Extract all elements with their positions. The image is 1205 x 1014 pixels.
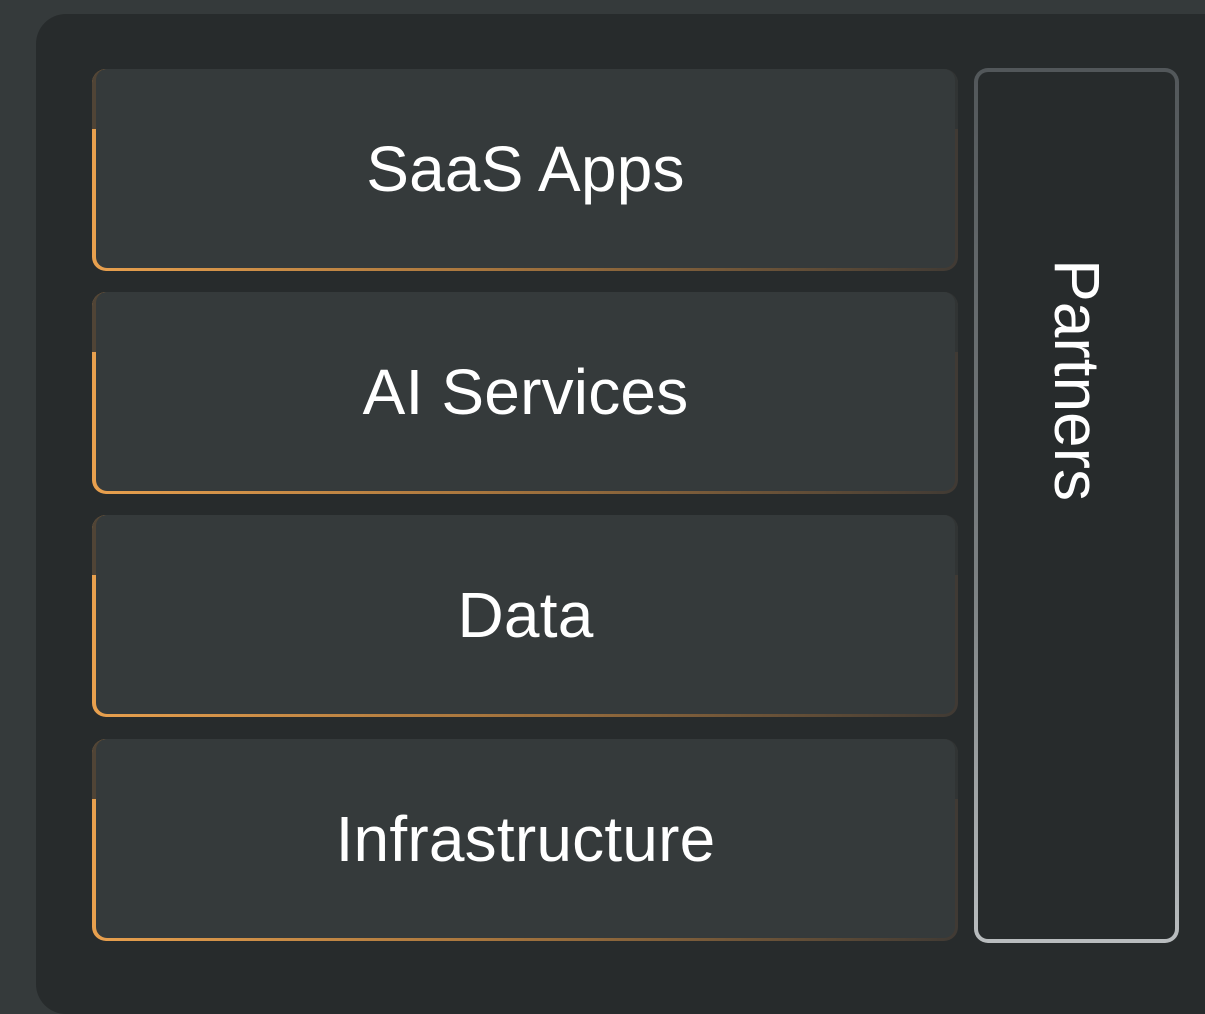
partners-column: Partners xyxy=(974,68,1179,943)
layer-saas-apps: SaaS Apps xyxy=(92,69,958,271)
layer-label: Data xyxy=(457,578,594,651)
layer-box: Data xyxy=(96,515,955,714)
layer-label: Infrastructure xyxy=(335,802,716,875)
layer-box: SaaS Apps xyxy=(96,69,955,268)
partners-label: Partners xyxy=(1040,259,1113,501)
layer-box: AI Services xyxy=(96,292,955,491)
layer-box: Infrastructure xyxy=(96,739,955,938)
layer-label: AI Services xyxy=(362,355,689,428)
layer-data: Data xyxy=(92,515,958,717)
layer-label: SaaS Apps xyxy=(366,132,685,205)
layer-infrastructure: Infrastructure xyxy=(92,739,958,941)
layer-ai-services: AI Services xyxy=(92,292,958,494)
